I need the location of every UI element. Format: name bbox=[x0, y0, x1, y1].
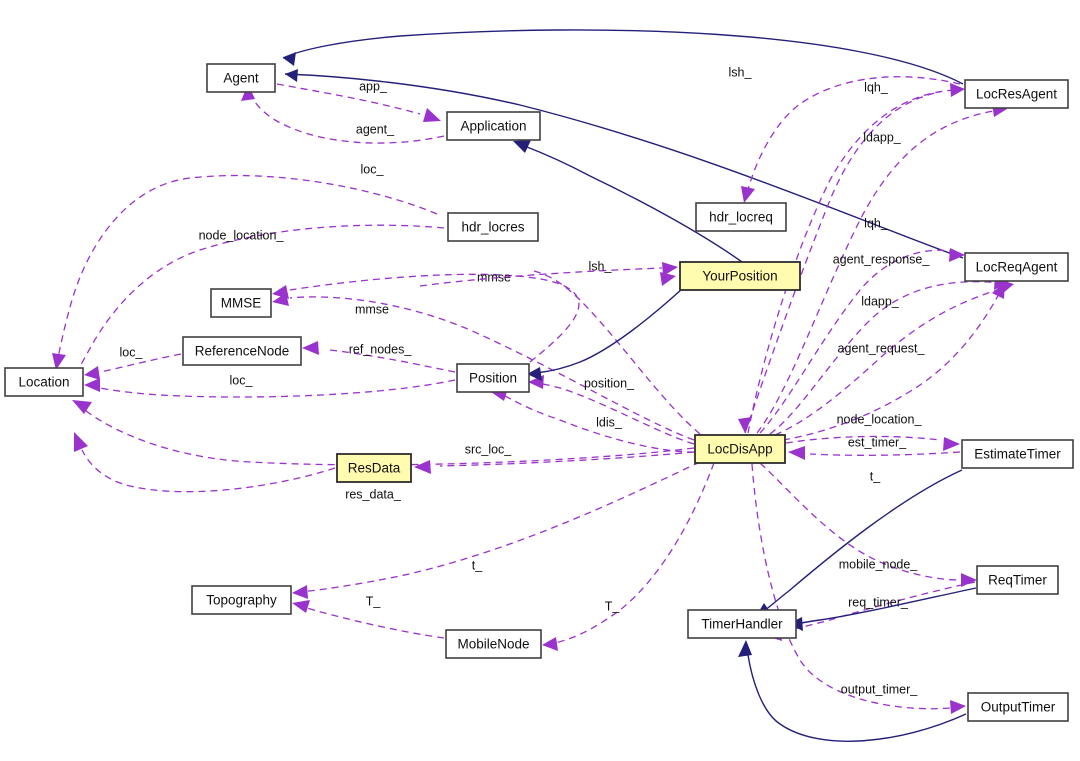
node-reqtimer[interactable]: ReqTimer bbox=[976, 565, 1059, 595]
edge-locdisapp-locreqagent-ldapp bbox=[774, 280, 1014, 436]
edge-agent-request bbox=[782, 282, 1005, 441]
edge-locdisapp-resdata bbox=[414, 451, 695, 474]
node-locresagent[interactable]: LocResAgent bbox=[964, 79, 1069, 109]
node-locreqagent[interactable]: LocReqAgent bbox=[964, 252, 1069, 282]
edge-position-location bbox=[84, 378, 456, 398]
edge-locdisapp-outputtimer bbox=[751, 463, 966, 714]
node-hdr-locres[interactable]: hdr_locres bbox=[447, 212, 539, 242]
edge-label-res-data: src_loc_ bbox=[465, 442, 513, 456]
edge-mobilenode-topography bbox=[292, 600, 445, 639]
node-location[interactable]: Location bbox=[4, 367, 84, 397]
node-timerhandler[interactable]: TimerHandler bbox=[687, 609, 797, 639]
edge-label-t-reqtimer: req_timer_ bbox=[848, 595, 909, 609]
edge-yourposition-position bbox=[527, 288, 683, 381]
edge-label-node-location-hdrlocres: node_location_ bbox=[199, 228, 285, 242]
edge-estimatetimer-locdisapp bbox=[788, 446, 961, 460]
edge-locdisapp-reqtimer bbox=[759, 462, 977, 587]
edge-label-output-timer: output_timer_ bbox=[841, 682, 918, 696]
edge-reqtimer-timerhandler bbox=[788, 587, 977, 631]
edge-reqtimer-timerhandler-usage bbox=[766, 581, 976, 641]
edge-lsh-to-hdrlocreq bbox=[741, 76, 961, 203]
edge-estimatetimer-timerhandler bbox=[755, 469, 963, 618]
edge-resdata-location bbox=[74, 432, 336, 493]
node-application[interactable]: Application bbox=[446, 111, 541, 141]
edge-locdisapp-locresagent-lqh bbox=[747, 83, 965, 434]
edge-label-loc-refnode: loc_ bbox=[120, 345, 144, 359]
edge-label-agent: agent_ bbox=[356, 122, 395, 136]
edge-label-mobile-node: T_ bbox=[605, 599, 621, 613]
edge-locresagent-agent bbox=[282, 29, 964, 85]
node-topography[interactable]: Topography bbox=[191, 585, 292, 615]
node-resdata[interactable]: ResData bbox=[336, 453, 412, 483]
node-hdr-locreq[interactable]: hdr_locreq bbox=[695, 202, 787, 232]
node-referencenode[interactable]: ReferenceNode bbox=[182, 336, 302, 366]
node-agent[interactable]: Agent bbox=[206, 63, 276, 93]
edge-yourposition-application bbox=[513, 140, 743, 263]
edge-locdisapp-yourposition bbox=[529, 269, 701, 435]
edge-application-agent bbox=[276, 83, 441, 122]
edge-position-referencenode bbox=[302, 341, 456, 373]
edge-referencenode-location bbox=[84, 353, 182, 380]
node-estimatetimer[interactable]: EstimateTimer bbox=[961, 439, 1074, 469]
diagram-canvas: app_ agent_ loc_ node_location_ lsh_ lqh… bbox=[4, 29, 1074, 742]
edge-label-T-mobilenode: T_ bbox=[366, 594, 382, 608]
node-position[interactable]: Position bbox=[456, 363, 530, 393]
edge-label-agent-request: agent_request_ bbox=[838, 341, 926, 355]
edge-outputtimer-timerhandler bbox=[738, 640, 967, 742]
edge-label-lqh-res: lqh_ bbox=[864, 80, 889, 94]
edge-agent-application bbox=[241, 84, 445, 144]
edge-label-ldis: ldis_ bbox=[596, 415, 623, 429]
edge-label-loc-position: loc_ bbox=[230, 373, 254, 387]
edge-locdisapp-position bbox=[528, 375, 695, 445]
edge-label-T-topography: t_ bbox=[472, 558, 483, 572]
edge-label-loc-hdrlocres: loc_ bbox=[361, 162, 385, 176]
edge-label-est-timer: node_location_ bbox=[837, 412, 923, 426]
node-yourposition[interactable]: YourPosition bbox=[679, 261, 801, 291]
node-mmse[interactable]: MMSE bbox=[210, 288, 272, 318]
edge-label-lsh: lsh_ bbox=[729, 65, 753, 79]
edge-label-agent-response: agent_response_ bbox=[833, 252, 931, 266]
nodes-layer: Agent Application LocResAgent hdr_locres… bbox=[4, 63, 1074, 722]
node-locdisapp[interactable]: LocDisApp bbox=[694, 434, 786, 464]
node-outputtimer[interactable]: OutputTimer bbox=[967, 692, 1069, 722]
edge-label-position: position_ bbox=[584, 376, 635, 390]
edge-label-t-esttimer-handler: t_ bbox=[870, 469, 881, 483]
collaboration-diagram: app_ agent_ loc_ node_location_ lsh_ lqh… bbox=[0, 0, 1080, 761]
node-mobilenode[interactable]: MobileNode bbox=[445, 629, 542, 659]
edge-label-node-location-resdata: res_data_ bbox=[345, 487, 402, 501]
edge-label-ldapp-res: ldapp_ bbox=[863, 130, 902, 144]
edge-locdisapp-estimatetimer bbox=[785, 435, 960, 451]
edge-locreqagent-agent bbox=[284, 69, 964, 259]
edge-label-req-timer: mobile_node_ bbox=[839, 557, 919, 571]
